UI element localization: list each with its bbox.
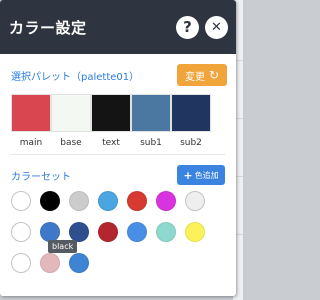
close-circle-icon: ✕: [211, 19, 222, 35]
palette-swatches: main base text sub1 sub2: [11, 94, 225, 148]
palette-swatch-name: main: [19, 138, 43, 148]
palette-swatch-name: text: [102, 138, 120, 148]
color-tooltip: black: [48, 240, 78, 253]
color-swatch-dot[interactable]: [40, 191, 60, 211]
plus-icon: +: [183, 168, 193, 182]
divider: [11, 154, 225, 155]
palette-swatch-0[interactable]: main: [11, 94, 51, 148]
palette-swatch-color[interactable]: [91, 94, 131, 132]
color-swatch-dot[interactable]: [156, 191, 176, 211]
palette-swatch-color[interactable]: [11, 94, 51, 132]
palette-swatch-color[interactable]: [131, 94, 171, 132]
dialog-title: カラー設定: [9, 18, 87, 37]
color-swatch-dot[interactable]: [40, 222, 60, 242]
colorset-header: カラーセット + 色追加: [11, 165, 225, 185]
help-button[interactable]: ?: [176, 15, 199, 39]
palette-header: 選択パレット（palette01） 変更 ↻: [11, 64, 227, 86]
change-palette-button[interactable]: 変更 ↻: [177, 64, 227, 86]
palette-swatch-name: sub2: [180, 138, 202, 148]
palette-swatch-2[interactable]: text: [91, 94, 131, 148]
palette-swatch-1[interactable]: base: [51, 94, 91, 148]
color-swatch-dot[interactable]: [11, 222, 31, 242]
color-swatch-dot[interactable]: [11, 253, 31, 273]
colorset-label: カラーセット: [11, 171, 71, 183]
add-color-label: 色追加: [194, 170, 219, 180]
close-button[interactable]: ✕: [205, 15, 228, 39]
color-settings-dialog: カラー設定 ? ✕ 選択パレット（palette01） 変更 ↻ main bas…: [0, 0, 236, 296]
add-color-button[interactable]: + 色追加: [177, 165, 225, 185]
color-swatch-dot[interactable]: [127, 191, 147, 211]
color-swatch-dot[interactable]: [156, 222, 176, 242]
color-swatch-dot[interactable]: [185, 191, 205, 211]
dialog-titlebar: カラー設定 ? ✕: [0, 0, 236, 54]
color-swatch-dot[interactable]: [98, 191, 118, 211]
change-button-label: 変更: [184, 71, 205, 83]
color-swatch-dot[interactable]: [69, 191, 89, 211]
color-swatch-dot[interactable]: [127, 222, 147, 242]
palette-swatch-color[interactable]: [51, 94, 91, 132]
color-swatch-dot[interactable]: [185, 222, 205, 242]
palette-swatch-3[interactable]: sub1: [131, 94, 171, 148]
question-circle-icon: ?: [183, 18, 192, 36]
palette-swatch-name: sub1: [140, 138, 162, 148]
palette-swatch-4[interactable]: sub2: [171, 94, 211, 148]
color-swatch-dot[interactable]: [40, 253, 60, 273]
color-swatch-dot[interactable]: [98, 222, 118, 242]
color-swatch-dot[interactable]: [11, 191, 31, 211]
selected-palette-label: 選択パレット（palette01）: [11, 71, 140, 83]
color-swatch-dot[interactable]: [69, 253, 89, 273]
colorset-grid: black: [11, 191, 225, 281]
palette-swatch-color[interactable]: [171, 94, 211, 132]
refresh-icon: ↻: [208, 68, 220, 82]
palette-swatch-name: base: [60, 138, 82, 148]
color-swatch-dot[interactable]: [69, 222, 89, 242]
